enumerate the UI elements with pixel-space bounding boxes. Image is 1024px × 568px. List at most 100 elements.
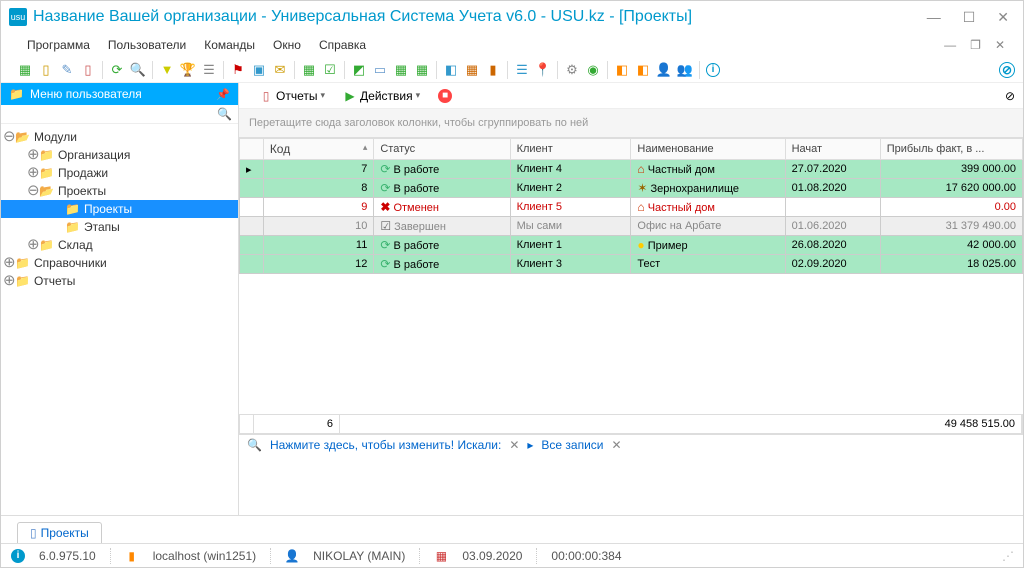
- tree-node-1[interactable]: ⊕📁Организация: [1, 146, 238, 164]
- mdi-close-button[interactable]: ✕: [991, 36, 1009, 54]
- add-icon[interactable]: ◩: [351, 62, 367, 78]
- close-button[interactable]: ✕: [991, 5, 1015, 30]
- window-icon[interactable]: ◧: [443, 62, 459, 78]
- clear-filter-icon[interactable]: ✕: [612, 438, 622, 452]
- col-start[interactable]: Начат: [785, 139, 880, 160]
- table-row[interactable]: 11⟳ В работеКлиент 1● Пример26.08.202042…: [240, 236, 1023, 255]
- expander-icon[interactable]: ⊕: [27, 149, 39, 161]
- resize-grip[interactable]: ⋰: [1002, 549, 1013, 563]
- col-code[interactable]: Код▴: [263, 139, 374, 160]
- expander-icon[interactable]: ⊕: [3, 257, 15, 269]
- cell-date: 02.09.2020: [785, 255, 880, 274]
- excel-icon[interactable]: ▦: [393, 62, 409, 78]
- table-row[interactable]: 8⟳ В работеКлиент 2✶ Зернохранилище01.08…: [240, 179, 1023, 198]
- gear-icon[interactable]: ⚙: [564, 62, 580, 78]
- expander-icon[interactable]: ⊖: [3, 131, 15, 143]
- cell-status: ✖ Отменен: [374, 198, 510, 217]
- minimize-button[interactable]: —: [921, 5, 947, 30]
- table-row[interactable]: ▸7⟳ В работеКлиент 4⌂ Частный дом27.07.2…: [240, 160, 1023, 179]
- new-icon[interactable]: ▦: [17, 62, 33, 78]
- indicator-column: [240, 139, 264, 160]
- menu-users[interactable]: Пользователи: [100, 36, 194, 54]
- pin-icon[interactable]: 📌: [216, 88, 230, 101]
- col-status[interactable]: Статус: [374, 139, 510, 160]
- form-icon[interactable]: ▭: [372, 62, 388, 78]
- flag-icon[interactable]: ⚑: [230, 62, 246, 78]
- table-row[interactable]: 9✖ ОтмененКлиент 5⌂ Частный дом0.00: [240, 198, 1023, 217]
- image-icon[interactable]: ▣: [251, 62, 267, 78]
- list-icon[interactable]: ☰: [201, 62, 217, 78]
- globe-icon[interactable]: ◉: [585, 62, 601, 78]
- open-icon[interactable]: ▯: [38, 62, 54, 78]
- cell-name: ● Пример: [631, 236, 785, 255]
- col-client[interactable]: Клиент: [510, 139, 631, 160]
- search-icon[interactable]: 🔍: [130, 62, 146, 78]
- content-help-icon[interactable]: ⊘: [1005, 89, 1015, 103]
- tree-node-3[interactable]: ⊖📂Проекты: [1, 182, 238, 200]
- tree-node-7[interactable]: ⊕📁Справочники: [1, 254, 238, 272]
- cell-client: Мы сами: [510, 217, 631, 236]
- user-icon[interactable]: 👤: [656, 62, 672, 78]
- name-icon: ⌂: [637, 200, 644, 214]
- group-panel[interactable]: Перетащите сюда заголовок колонки, чтобы…: [239, 109, 1023, 138]
- mdi-minimize-button[interactable]: —: [940, 36, 960, 54]
- tree-node-4[interactable]: 📁Проекты: [1, 200, 238, 218]
- tree-node-6[interactable]: ⊕📁Склад: [1, 236, 238, 254]
- edit-icon[interactable]: ✎: [59, 62, 75, 78]
- data-grid: Код▴ Статус Клиент Наименование Начат Пр…: [239, 138, 1023, 515]
- folder-icon: 📁: [15, 256, 30, 270]
- bell-icon[interactable]: ◧: [635, 62, 651, 78]
- filter-all[interactable]: Все записи: [541, 438, 603, 452]
- menu-help[interactable]: Справка: [311, 36, 374, 54]
- tree-node-0[interactable]: ⊖📂Модули: [1, 128, 238, 146]
- menu-icon[interactable]: ☰: [514, 62, 530, 78]
- expander-icon[interactable]: ⊖: [27, 185, 39, 197]
- grid-icon[interactable]: ▦: [301, 62, 317, 78]
- expander-icon[interactable]: ⊕: [27, 167, 39, 179]
- menu-window[interactable]: Окно: [265, 36, 309, 54]
- row-indicator: [240, 179, 264, 198]
- help-icon[interactable]: ⊘: [999, 62, 1015, 78]
- filter-icon[interactable]: ▼: [159, 62, 175, 78]
- mail-icon[interactable]: ✉: [272, 62, 288, 78]
- clear-search-icon[interactable]: ✕: [509, 438, 519, 452]
- delete-icon[interactable]: ▯: [80, 62, 96, 78]
- actions-button[interactable]: ▶ Действия ▾: [337, 87, 426, 105]
- cell-profit: 0.00: [880, 198, 1022, 217]
- col-name[interactable]: Наименование: [631, 139, 785, 160]
- cell-client: Клиент 1: [510, 236, 631, 255]
- date-label: 03.09.2020: [462, 549, 522, 563]
- maximize-button[interactable]: ☐: [957, 5, 982, 30]
- palette-icon[interactable]: ▦: [464, 62, 480, 78]
- expander-icon[interactable]: ⊕: [27, 239, 39, 251]
- filter-hint[interactable]: Нажмите здесь, чтобы изменить! Искали:: [270, 438, 501, 452]
- trophy-icon[interactable]: 🏆: [180, 62, 196, 78]
- pin-icon[interactable]: 📍: [535, 62, 551, 78]
- reports-button[interactable]: ▯ Отчеты ▾: [253, 87, 331, 105]
- col-profit[interactable]: Прибыль факт, в ...: [880, 139, 1022, 160]
- refresh-icon[interactable]: ⟳: [109, 62, 125, 78]
- tree-node-8[interactable]: ⊕📁Отчеты: [1, 272, 238, 290]
- info-icon[interactable]: i: [706, 63, 720, 77]
- tab-projects[interactable]: ▯ Проекты: [17, 522, 102, 543]
- search-icon[interactable]: 🔍: [247, 438, 262, 452]
- users-icon[interactable]: 👥: [677, 62, 693, 78]
- mdi-restore-button[interactable]: ❐: [966, 36, 985, 54]
- sidebar: 📁 Меню пользователя 📌 🔍 ⊖📂Модули⊕📁Органи…: [1, 83, 239, 515]
- rss-icon[interactable]: ◧: [614, 62, 630, 78]
- stop-button[interactable]: ■: [438, 89, 452, 103]
- tree-node-5[interactable]: 📁Этапы: [1, 218, 238, 236]
- table-row[interactable]: 12⟳ В работеКлиент 3Тест02.09.202018 025…: [240, 255, 1023, 274]
- check-icon[interactable]: ☑: [322, 62, 338, 78]
- expander-icon[interactable]: ⊕: [3, 275, 15, 287]
- status-icon: ✖: [380, 200, 390, 214]
- table-row[interactable]: 10☑ ЗавершенМы самиОфис на Арбате01.06.2…: [240, 217, 1023, 236]
- export-icon[interactable]: ▦: [414, 62, 430, 78]
- menu-program[interactable]: Программа: [19, 36, 98, 54]
- search-icon[interactable]: 🔍: [217, 107, 232, 121]
- info-icon[interactable]: i: [11, 549, 25, 563]
- tree-node-2[interactable]: ⊕📁Продажи: [1, 164, 238, 182]
- chart-icon[interactable]: ▮: [485, 62, 501, 78]
- menu-commands[interactable]: Команды: [196, 36, 263, 54]
- tree-label: Проекты: [58, 184, 106, 198]
